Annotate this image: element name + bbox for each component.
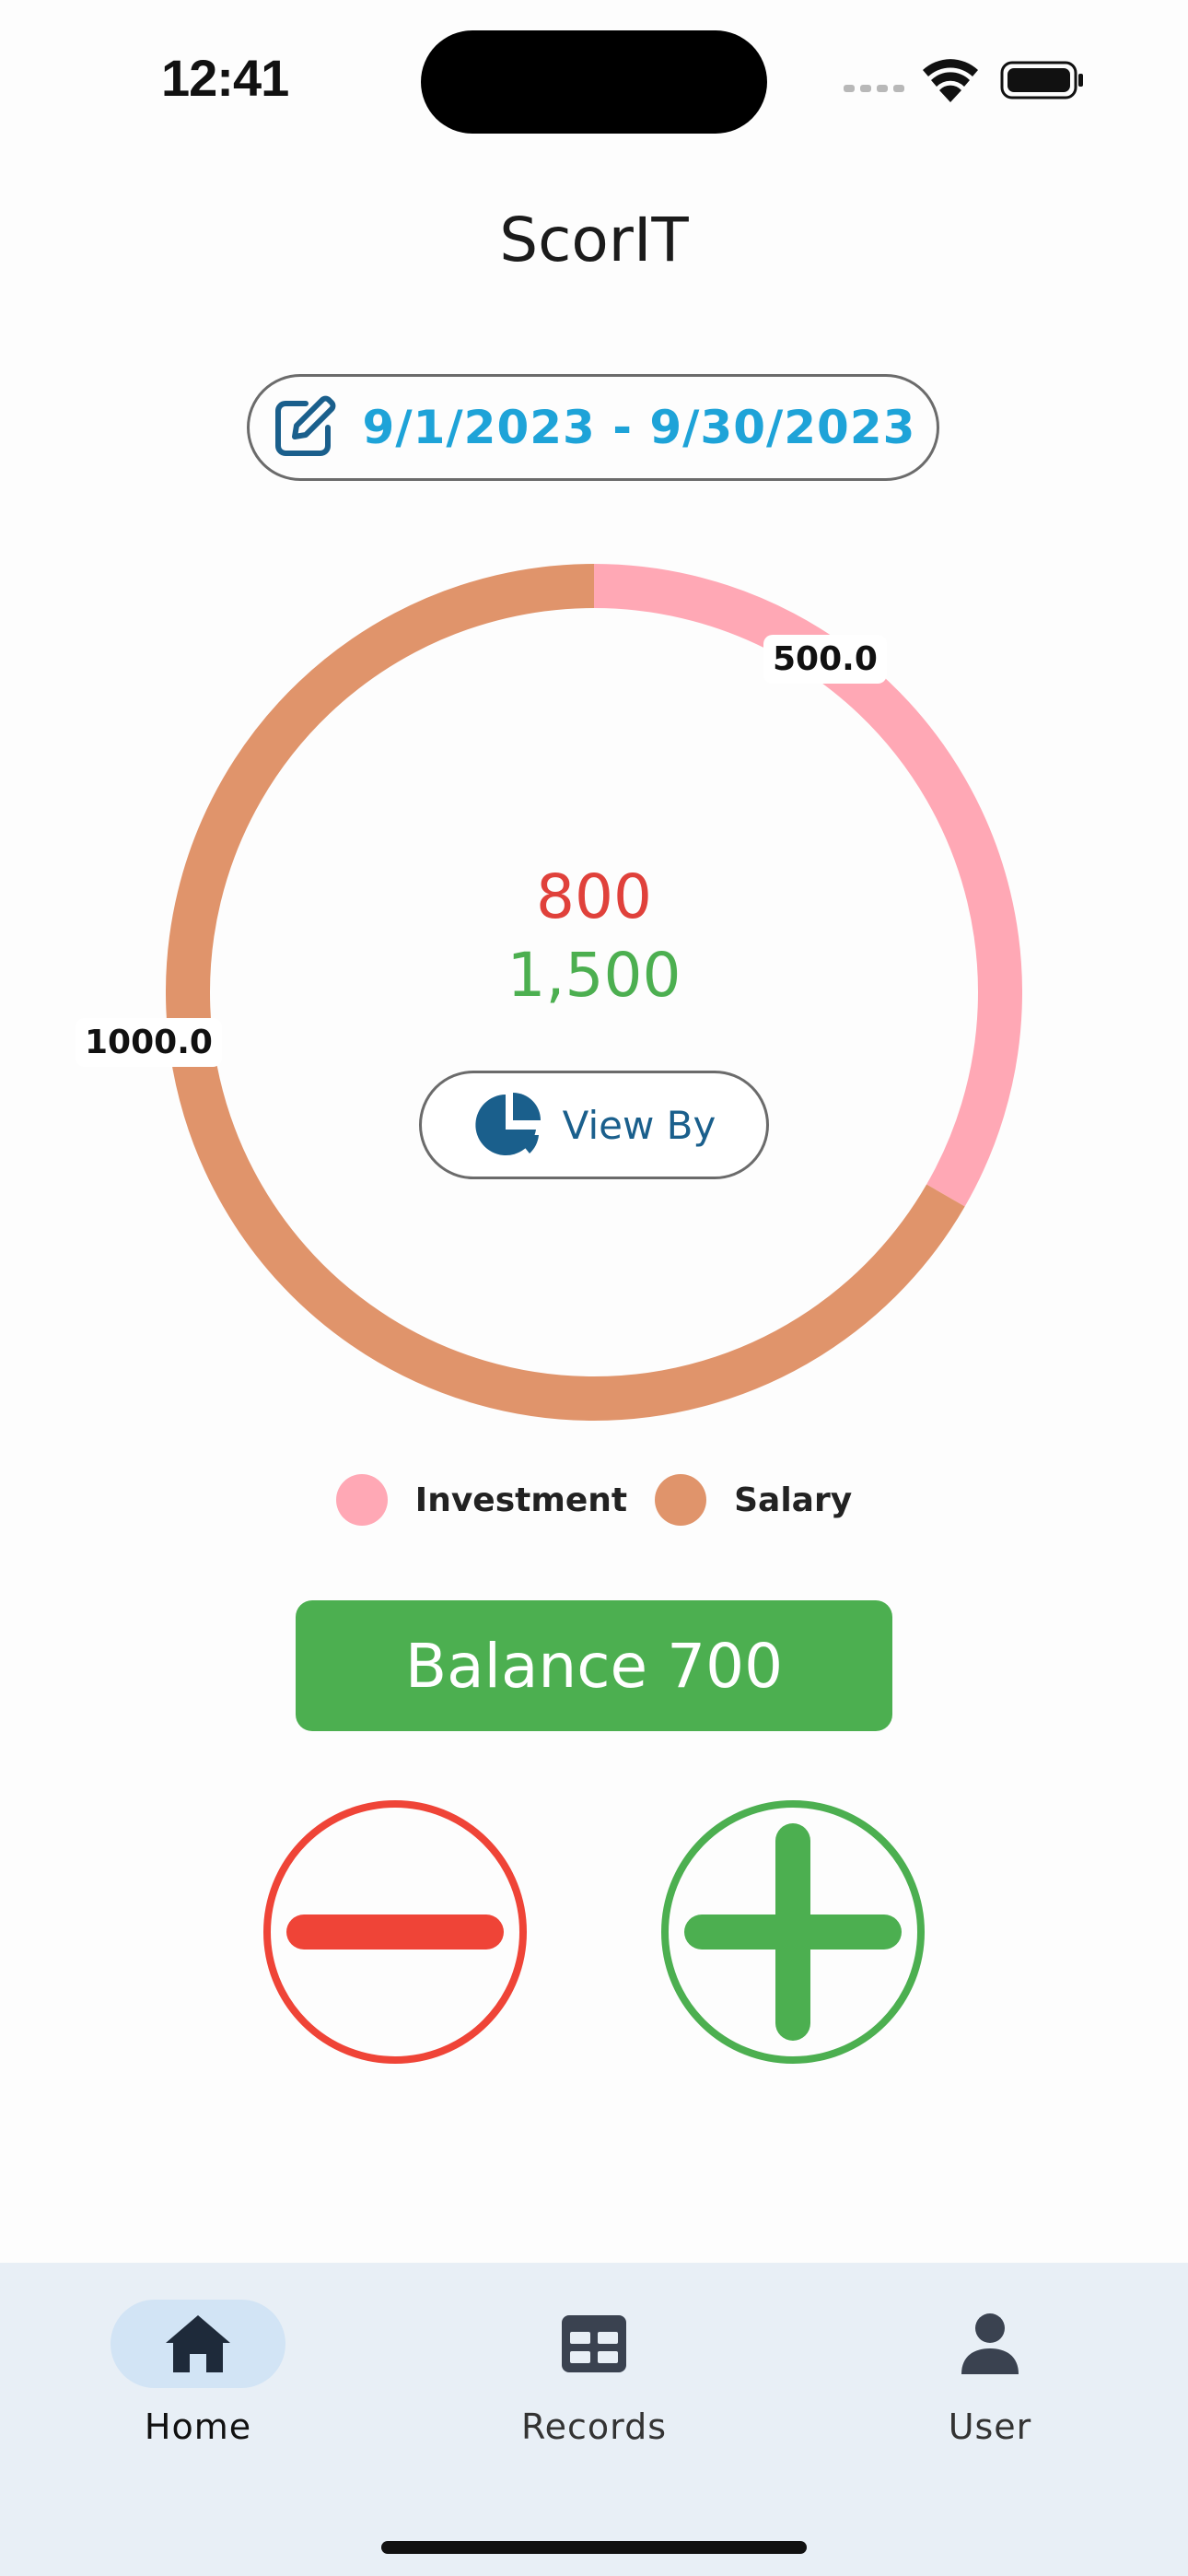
slice-label-investment: 500.0	[763, 635, 887, 684]
nav-item-user[interactable]: User	[870, 2300, 1110, 2456]
user-icon	[961, 2313, 1019, 2374]
signal-dots-icon	[844, 85, 904, 92]
chart-legend: Investment Salary	[0, 1472, 1188, 1528]
app-title: ScorIT	[499, 205, 689, 275]
battery-icon	[1000, 61, 1083, 100]
dynamic-island	[421, 30, 767, 134]
home-indicator	[381, 2541, 807, 2554]
nav-label-user: User	[948, 2406, 1032, 2447]
legend-item-investment: Investment	[335, 1474, 628, 1526]
minus-circle-icon	[263, 1800, 527, 2064]
plus-circle-icon	[661, 1800, 925, 2064]
date-range-button[interactable]: 9/1/2023 - 9/30/2023	[247, 374, 939, 481]
add-expense-button[interactable]	[262, 1798, 529, 2066]
status-icons	[844, 59, 1083, 102]
legend-item-salary: Salary	[655, 1474, 852, 1526]
view-by-label: View By	[562, 1102, 716, 1148]
legend-label-investment: Investment	[414, 1481, 628, 1519]
pie-chart-icon	[475, 1093, 541, 1155]
view-by-button[interactable]: View By	[419, 1071, 769, 1179]
nav-item-records[interactable]: Records	[474, 2300, 714, 2456]
home-icon-wrap	[111, 2300, 285, 2388]
nav-label-records: Records	[520, 2406, 668, 2447]
user-icon-wrap	[903, 2300, 1077, 2388]
nav-label-home: Home	[144, 2406, 252, 2447]
nav-item-home[interactable]: Home	[78, 2300, 318, 2456]
table-icon-wrap	[507, 2300, 681, 2388]
slice-label-salary: 1000.0	[76, 1018, 222, 1067]
bottom-nav: Home Records User	[0, 2263, 1188, 2576]
date-range-label: 9/1/2023 - 9/30/2023	[362, 401, 916, 454]
home-icon	[166, 2315, 230, 2372]
legend-label-salary: Salary	[734, 1481, 853, 1519]
status-bar: 12:41	[0, 0, 1188, 157]
income-total: 1,500	[507, 940, 681, 1011]
status-time: 12:41	[161, 49, 289, 107]
table-icon	[562, 2315, 626, 2372]
edit-icon	[274, 395, 335, 456]
legend-dot-investment	[335, 1474, 388, 1526]
add-income-button[interactable]	[659, 1798, 926, 2066]
wifi-icon	[923, 59, 978, 102]
balance-button[interactable]: Balance 700	[296, 1600, 892, 1731]
expense-total: 800	[536, 861, 652, 932]
legend-dot-salary	[655, 1474, 707, 1526]
